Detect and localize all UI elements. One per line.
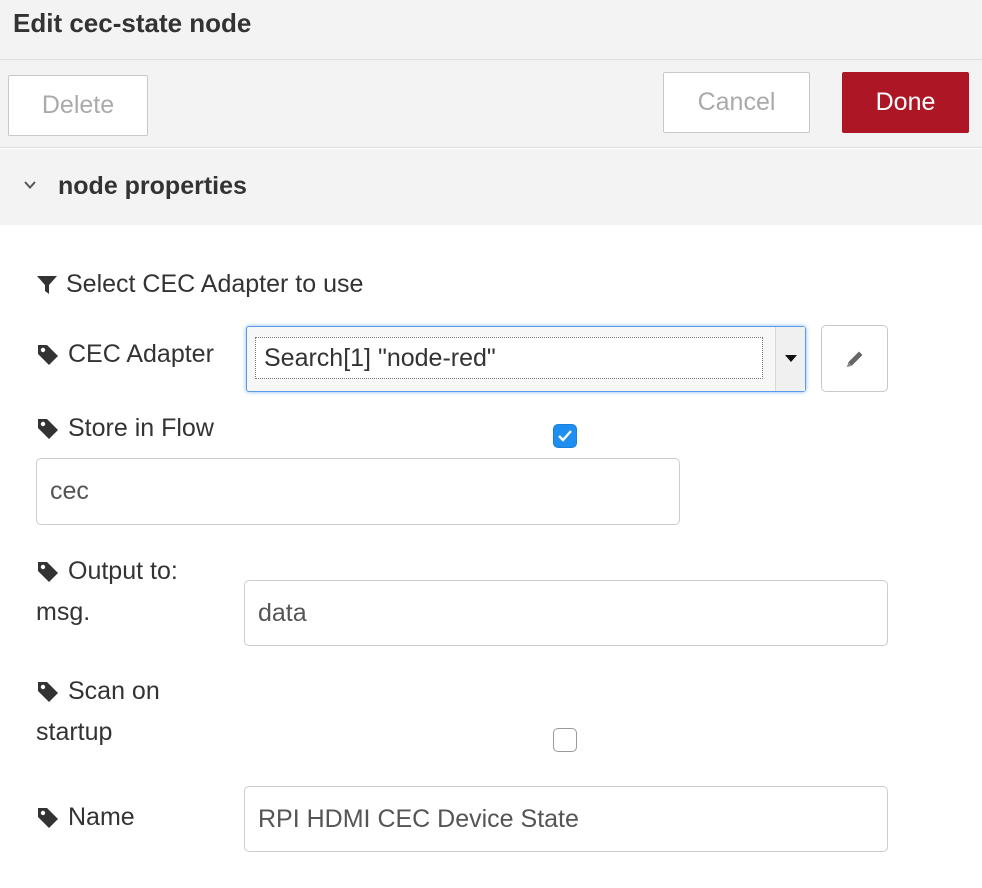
- output-label-row: Output to:: [36, 557, 178, 586]
- edit-adapter-button[interactable]: [821, 325, 888, 392]
- adapter-select[interactable]: Search[1] "node-red": [246, 326, 806, 392]
- store-in-flow-label: Store in Flow: [68, 414, 214, 442]
- store-in-flow-input[interactable]: cec: [36, 458, 680, 525]
- tag-icon: [38, 418, 58, 439]
- tag-icon: [38, 807, 58, 828]
- done-button[interactable]: Done: [842, 72, 969, 133]
- section-title: node properties: [58, 172, 247, 200]
- dialog-title: Edit cec-state node: [13, 8, 252, 38]
- chevron-down-icon: [24, 181, 36, 189]
- scan-label: Scan on: [68, 677, 160, 705]
- output-label-prefix: msg.: [36, 598, 91, 626]
- filter-label: Select CEC Adapter to use: [66, 270, 364, 298]
- adapter-label-row: CEC Adapter: [36, 340, 214, 369]
- output-property-input[interactable]: data: [244, 580, 888, 646]
- pencil-icon: [846, 351, 862, 367]
- adapter-label: CEC Adapter: [68, 340, 214, 368]
- dialog-toolbar: Delete Cancel Done: [0, 60, 982, 148]
- store-in-flow-label-row: Store in Flow: [36, 414, 214, 443]
- scan-label-line2: startup: [36, 718, 113, 746]
- filter-icon: [37, 275, 57, 294]
- filter-row: Select CEC Adapter to use: [36, 270, 363, 299]
- output-label: Output to:: [68, 557, 178, 585]
- delete-button[interactable]: Delete: [8, 75, 148, 136]
- cancel-button[interactable]: Cancel: [663, 72, 810, 133]
- tag-icon: [38, 561, 58, 582]
- dialog-header: Edit cec-state node: [0, 0, 982, 60]
- tag-icon: [38, 344, 58, 365]
- name-label-row: Name: [36, 803, 135, 832]
- name-label: Name: [68, 803, 135, 831]
- name-input[interactable]: RPI HDMI CEC Device State: [244, 786, 888, 852]
- scan-label-row: Scan on: [36, 677, 160, 706]
- tag-icon: [38, 681, 58, 702]
- scan-on-startup-checkbox[interactable]: [553, 728, 577, 752]
- check-icon: [558, 430, 572, 442]
- caret-down-icon[interactable]: [775, 327, 805, 391]
- node-properties-section-header[interactable]: node properties: [0, 149, 982, 225]
- adapter-select-value: Search[1] "node-red": [255, 337, 763, 379]
- store-in-flow-checkbox[interactable]: [553, 424, 577, 448]
